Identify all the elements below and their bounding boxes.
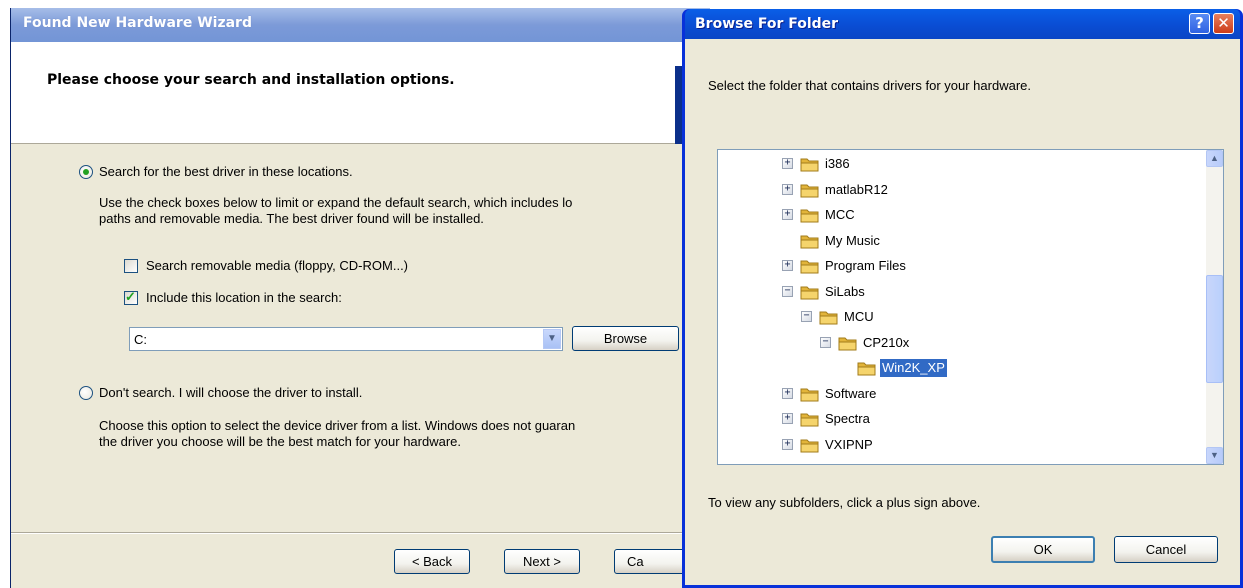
folder-icon [800,386,820,402]
folder-icon [800,207,820,223]
checkmark-icon: ✓ [125,289,136,304]
wizard-window: Found New Hardware Wizard Please choose … [10,8,711,588]
browse-instruction: Select the folder that contains drivers … [708,78,1031,93]
folder-icon [800,182,820,198]
tree-item[interactable]: + i386 [718,155,1198,173]
tree-item-label[interactable]: Software [823,385,878,403]
wizard-footer-divider [11,532,711,534]
radio-selected-dot [83,169,89,175]
expand-plus-icon[interactable]: + [782,413,793,424]
tree-item[interactable]: − CP210x [718,334,1198,352]
tree-item-label[interactable]: My Music [823,232,882,250]
browse-title: Browse For Folder [695,16,839,32]
tree-item-label[interactable]: MCU [842,308,876,326]
search-best-driver-label: Search for the best driver in these loca… [99,164,353,179]
next-button[interactable]: Next > [504,549,580,574]
tree-item-label[interactable]: MCC [823,206,857,224]
wizard-cancel-button[interactable]: Ca [614,549,690,574]
search-best-driver-radio[interactable] [79,165,93,179]
wizard-title: Found New Hardware Wizard [23,15,252,31]
tree-item-label[interactable]: Spectra [823,410,872,428]
back-button[interactable]: < Back [394,549,470,574]
wizard-titlebar[interactable]: Found New Hardware Wizard [11,8,710,42]
cancel-button[interactable]: Cancel [1114,536,1218,563]
collapse-minus-icon[interactable]: − [820,336,831,348]
folder-icon [819,309,839,325]
browse-titlebar[interactable]: Browse For Folder ? ✕ [685,9,1240,39]
expand-plus-icon[interactable]: + [782,260,793,271]
tree-item[interactable]: + VXIPNP [718,436,1198,454]
scroll-up-icon[interactable]: ▲ [1206,150,1223,167]
close-icon[interactable]: ✕ [1213,13,1234,34]
dont-search-description-line2: the driver you choose will be the best m… [99,434,462,449]
tree-item[interactable]: + Program Files [718,257,1198,275]
search-removable-media-label: Search removable media (floppy, CD-ROM..… [146,258,409,273]
tree-item-label[interactable]: Program Files [823,257,908,275]
folder-tree[interactable]: + VXIPNP + Spectra + Software Win2K_XP − CP210x −… [717,149,1224,465]
search-removable-media-checkbox[interactable] [124,259,138,273]
tree-item-label[interactable]: VXIPNP [823,436,875,454]
scroll-thumb[interactable] [1206,275,1223,383]
tree-item-label[interactable]: i386 [823,155,852,173]
collapse-minus-icon[interactable]: − [782,285,793,297]
location-value: C: [134,332,147,347]
tree-item[interactable]: + MCC [718,206,1198,224]
folder-icon [800,411,820,427]
folder-icon [800,258,820,274]
tree-item[interactable]: + matlabR12 [718,181,1198,199]
folder-icon [800,156,820,172]
dont-search-label: Don't search. I will choose the driver t… [99,385,363,400]
search-description-line1: Use the check boxes below to limit or ex… [99,195,573,210]
tree-item[interactable]: − MCU [718,308,1198,326]
tree-item[interactable]: + Spectra [718,410,1198,428]
tree-item-label[interactable]: SiLabs [823,283,867,301]
chevron-down-icon[interactable]: ▼ [543,329,561,349]
include-location-label: Include this location in the search: [146,290,342,305]
dont-search-description-line1: Choose this option to select the device … [99,418,576,433]
search-description-line2: paths and removable media. The best driv… [99,211,484,226]
include-location-checkbox[interactable]: ✓ [124,289,138,305]
folder-icon [800,233,820,249]
expand-plus-icon[interactable]: + [782,438,793,450]
ok-button[interactable]: OK [991,536,1095,563]
tree-item-label[interactable]: CP210x [861,334,911,352]
tree-scrollbar[interactable]: ▲ ▼ [1206,150,1223,464]
folder-icon [800,437,820,453]
help-icon[interactable]: ? [1189,13,1210,34]
folder-icon [857,360,877,376]
wizard-header-title: Please choose your search and installati… [47,72,455,88]
expand-plus-icon[interactable]: + [782,209,793,220]
browse-hint: To view any subfolders, click a plus sig… [708,495,981,510]
tree-item[interactable]: Win2K_XP [718,359,1198,377]
location-combobox[interactable]: C: ▼ [129,327,563,351]
tree-item-label[interactable]: Win2K_XP [880,359,947,377]
expand-plus-icon[interactable]: + [782,183,793,195]
tree-item[interactable]: + Software [718,385,1198,403]
collapse-minus-icon[interactable]: − [801,311,812,322]
tree-item-label[interactable]: matlabR12 [823,181,890,199]
browse-for-folder-dialog: Browse For Folder ? ✕ Select the folder … [682,9,1243,588]
browse-client-area: Select the folder that contains drivers … [685,39,1240,585]
tree-item[interactable]: − SiLabs [718,283,1198,301]
folder-icon [838,335,858,351]
wizard-header: Please choose your search and installati… [11,42,710,144]
dont-search-radio[interactable] [79,386,93,400]
browse-button[interactable]: Browse [572,326,679,351]
folder-icon [800,284,820,300]
tree-item[interactable]: My Music [718,232,1198,250]
expand-plus-icon[interactable]: + [782,387,793,399]
expand-plus-icon[interactable]: + [782,158,793,169]
scroll-down-icon[interactable]: ▼ [1206,447,1223,464]
